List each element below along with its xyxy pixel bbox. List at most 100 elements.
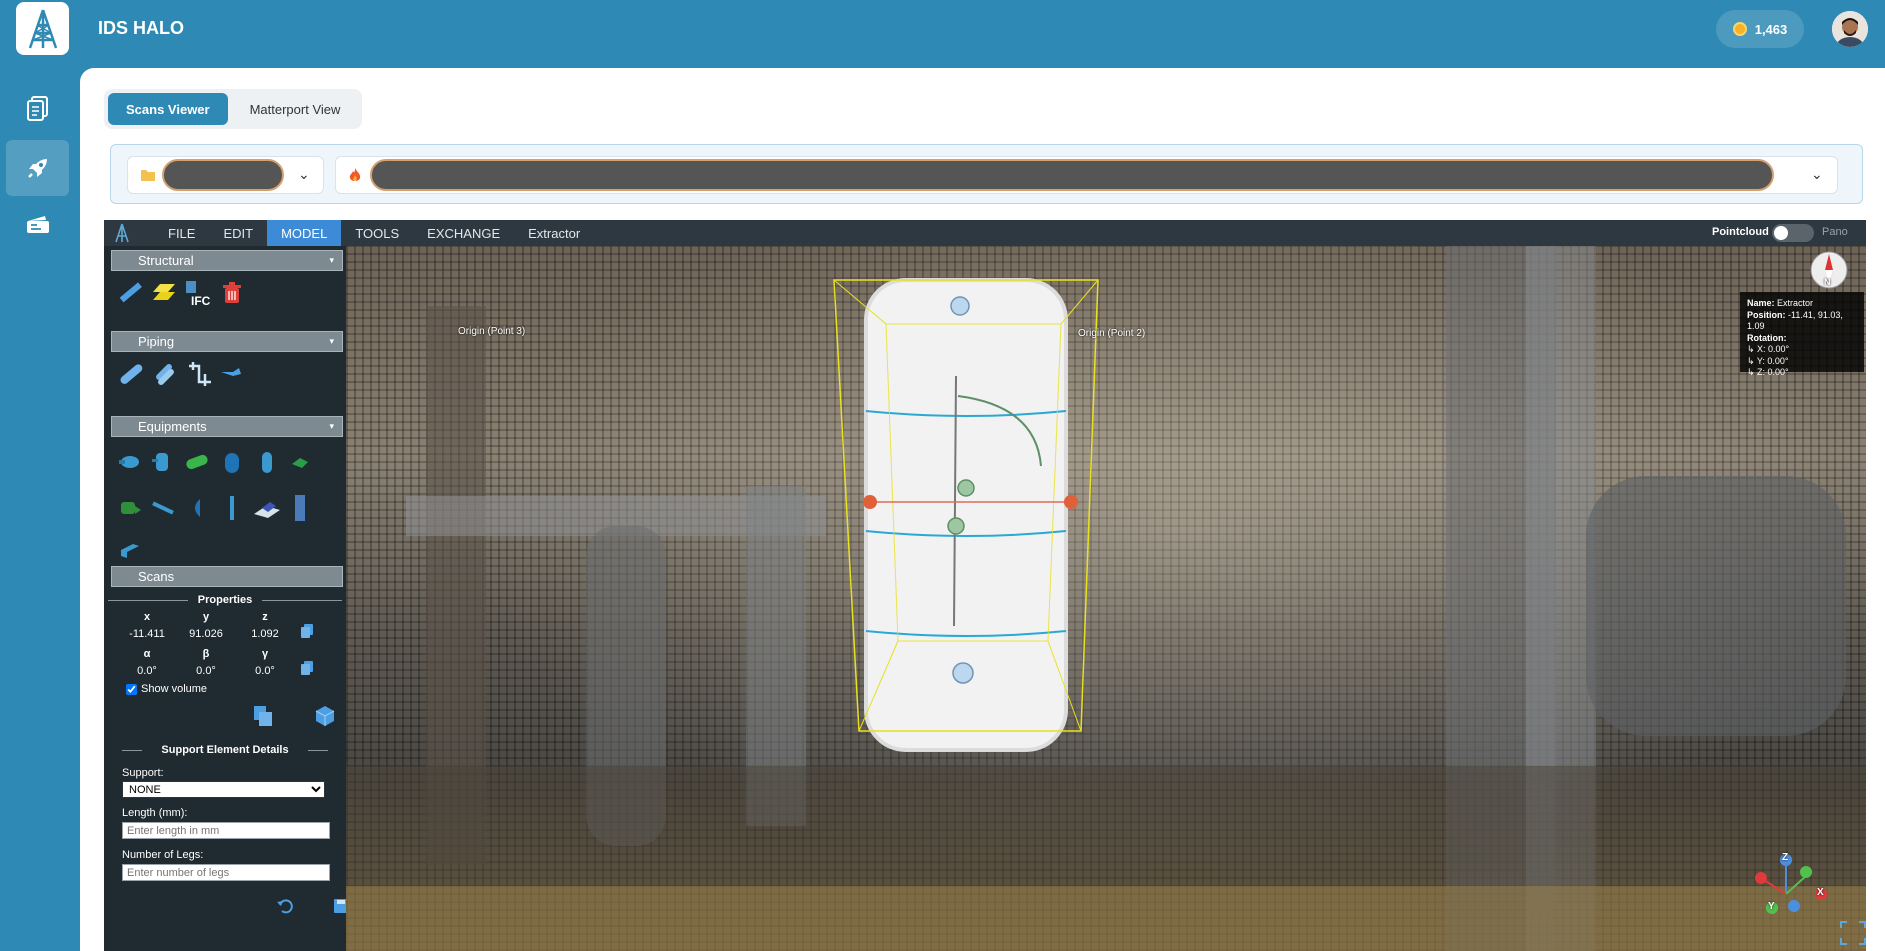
gamma-value[interactable]: 0.0° bbox=[240, 665, 290, 677]
svg-text:IFC: IFC bbox=[191, 294, 211, 307]
filter-icon[interactable] bbox=[285, 447, 315, 477]
pipe-tool-icon[interactable] bbox=[115, 359, 145, 389]
nozzle-icon[interactable] bbox=[148, 493, 178, 523]
ifc-import-icon[interactable]: IFC bbox=[184, 278, 214, 308]
undo-icon[interactable] bbox=[275, 896, 295, 916]
alpha-value[interactable]: 0.0° bbox=[122, 665, 172, 677]
show-volume-label: Show volume bbox=[141, 683, 208, 695]
section-equipments-label: Equipments bbox=[138, 419, 207, 434]
skid-icon[interactable] bbox=[252, 493, 282, 523]
show-volume-toggle[interactable]: Show volume bbox=[126, 683, 207, 695]
legs-input[interactable] bbox=[122, 864, 330, 881]
horizontal-vessel-icon[interactable] bbox=[183, 447, 213, 477]
divider bbox=[308, 750, 328, 751]
compass-label: N bbox=[1824, 277, 1831, 287]
copy-volume-icon[interactable] bbox=[248, 701, 278, 731]
gizmo-top-handle bbox=[950, 296, 970, 316]
section-scans[interactable]: Scans bbox=[111, 566, 343, 587]
main-content: Scans Viewer Matterport View ⌄ ⌄ FILE ED… bbox=[80, 68, 1885, 951]
x-value[interactable]: -11.411 bbox=[122, 628, 172, 640]
menu-model[interactable]: MODEL bbox=[267, 220, 342, 246]
section-structural[interactable]: Structural ▾ bbox=[111, 250, 343, 271]
point-cloud-scene[interactable]: Origin (Point 3) Origin (Point 2) N Name… bbox=[346, 246, 1866, 951]
tower-logo-icon bbox=[28, 9, 57, 48]
selection-info-box: Name: Extractor Position: -11.41, 91.03,… bbox=[1740, 292, 1864, 377]
column-icon[interactable] bbox=[217, 493, 247, 523]
info-name: Extractor bbox=[1777, 298, 1814, 308]
y-value[interactable]: 91.026 bbox=[181, 628, 231, 640]
length-label: Length (mm): bbox=[122, 807, 188, 819]
coin-count: 1,463 bbox=[1754, 21, 1788, 37]
app-title: IDS HALO bbox=[98, 18, 185, 38]
project-select-value bbox=[162, 159, 284, 191]
info-rotation-x: ↳ X: 0.00° bbox=[1747, 344, 1790, 354]
pipe-route-icon[interactable] bbox=[184, 359, 214, 389]
fire-icon bbox=[349, 168, 361, 182]
z-value[interactable]: 1.092 bbox=[240, 628, 290, 640]
delete-icon[interactable] bbox=[217, 278, 247, 308]
toggle-knob bbox=[1774, 226, 1788, 240]
tab-matterport-view[interactable]: Matterport View bbox=[232, 93, 359, 125]
length-input[interactable] bbox=[122, 822, 330, 839]
pump-icon[interactable] bbox=[115, 447, 145, 477]
beam-tool-icon[interactable] bbox=[115, 278, 145, 308]
scene-graphics bbox=[346, 246, 1866, 951]
app-logo[interactable] bbox=[16, 2, 69, 55]
heat-exchanger-icon[interactable] bbox=[148, 447, 178, 477]
cube-icon[interactable] bbox=[310, 701, 340, 731]
show-volume-checkbox[interactable] bbox=[126, 683, 137, 695]
duct-icon[interactable] bbox=[115, 534, 145, 564]
alpha-label: α bbox=[143, 648, 151, 660]
origin-point-2-label: Origin (Point 2) bbox=[1078, 328, 1146, 339]
vertical-vessel-icon[interactable] bbox=[252, 447, 282, 477]
divider bbox=[262, 600, 342, 601]
valve-tool-icon[interactable] bbox=[217, 359, 247, 389]
plate-tool-icon[interactable] bbox=[149, 278, 179, 308]
project-select[interactable]: ⌄ bbox=[127, 156, 324, 194]
tab-scans-viewer[interactable]: Scans Viewer bbox=[108, 93, 228, 125]
menu-tools[interactable]: TOOLS bbox=[341, 220, 413, 246]
rocket-icon bbox=[27, 159, 47, 178]
pointcloud-label: Pointcloud bbox=[1712, 226, 1769, 238]
beta-value[interactable]: 0.0° bbox=[181, 665, 231, 677]
motor-icon[interactable] bbox=[115, 493, 145, 523]
z-label: z bbox=[262, 611, 268, 623]
top-bar: IDS HALO 1,463 bbox=[0, 0, 1885, 68]
menu-exchange[interactable]: EXCHANGE bbox=[413, 220, 514, 246]
gizmo-z-label: Z bbox=[1782, 852, 1789, 863]
coin-balance[interactable]: 1,463 bbox=[1716, 10, 1804, 48]
section-piping-label: Piping bbox=[138, 334, 175, 349]
head-icon[interactable] bbox=[183, 493, 213, 523]
section-scans-label: Scans bbox=[138, 569, 175, 584]
scan-select[interactable]: ⌄ bbox=[335, 156, 1838, 194]
user-avatar[interactable] bbox=[1832, 11, 1868, 47]
section-structural-label: Structural bbox=[138, 253, 194, 268]
gizmo-bottom-handle bbox=[952, 662, 974, 684]
left-rail bbox=[0, 68, 80, 951]
multi-pipe-icon[interactable] bbox=[149, 359, 179, 389]
tank-icon[interactable] bbox=[217, 447, 247, 477]
info-position-label: Position: bbox=[1747, 309, 1786, 320]
pointcloud-pano-toggle[interactable] bbox=[1772, 224, 1814, 242]
menu-edit[interactable]: EDIT bbox=[209, 220, 267, 246]
support-label: Support: bbox=[122, 767, 164, 779]
menu-file[interactable]: FILE bbox=[154, 220, 209, 246]
menu-extractor[interactable]: Extractor bbox=[514, 220, 594, 246]
support-select[interactable]: NONE bbox=[122, 781, 325, 798]
section-piping[interactable]: Piping ▾ bbox=[111, 331, 343, 352]
pano-label: Pano bbox=[1822, 226, 1848, 238]
origin-point-3-label: Origin (Point 3) bbox=[458, 326, 526, 337]
copy-position-icon[interactable] bbox=[300, 622, 314, 640]
gizmo-y-label: Y bbox=[1768, 901, 1775, 912]
rail-documents[interactable] bbox=[6, 80, 69, 136]
rail-launch[interactable] bbox=[6, 140, 69, 196]
section-equipments[interactable]: Equipments ▾ bbox=[111, 416, 343, 437]
view-tabs: Scans Viewer Matterport View bbox=[104, 89, 363, 129]
silo-icon[interactable] bbox=[285, 493, 315, 523]
rail-tickets[interactable] bbox=[6, 196, 69, 252]
floor-grating bbox=[346, 886, 1866, 951]
viewer-logo-icon bbox=[104, 220, 140, 246]
coin-icon bbox=[1732, 22, 1747, 36]
copy-rotation-icon[interactable] bbox=[300, 659, 314, 677]
tank-right bbox=[1586, 476, 1846, 736]
